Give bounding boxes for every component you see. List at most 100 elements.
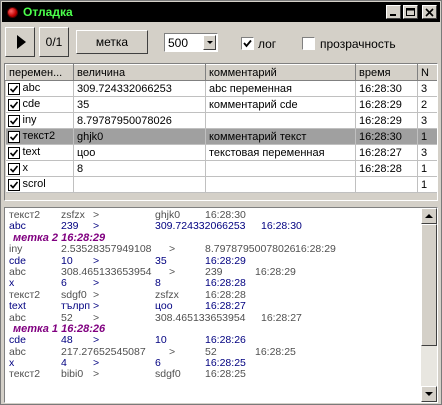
minimize-icon [390, 13, 396, 16]
cell-count[interactable]: 3 [417, 80, 437, 97]
log-var-name: cde [9, 334, 26, 347]
log-entry: текст2 bibi0 > sdgf0 16:28:25 [9, 368, 421, 381]
cell-value[interactable]: 8 [73, 160, 206, 177]
window-title: Отладка [23, 5, 73, 19]
debug-window: Отладка 0/1 метка 500 лог прозрачность п… [0, 0, 442, 405]
cell-comment[interactable]: abc переменная [205, 80, 356, 97]
checkmark-icon [9, 85, 18, 93]
variables-grid[interactable]: перемен... величина комментарий время N … [4, 63, 438, 201]
arrow-down-icon [425, 392, 433, 396]
column-header-value[interactable]: величина [73, 64, 206, 81]
variable-name: текст2 [22, 130, 56, 143]
cell-name[interactable]: scrol [5, 176, 74, 193]
mark-text: метка 1 16:28:26 [13, 322, 106, 335]
cell-name[interactable]: iny [5, 112, 74, 129]
variable-name: abc [22, 82, 41, 95]
row-checkbox[interactable] [7, 98, 20, 111]
log-arrow: > [169, 265, 176, 278]
log-new-value: 308.465133653954 [155, 311, 246, 324]
cell-count[interactable]: 3 [417, 144, 437, 161]
cell-name[interactable]: текст2 [5, 128, 74, 145]
column-header-count[interactable]: N [417, 64, 437, 81]
row-checkbox[interactable] [7, 146, 20, 159]
cell-comment[interactable]: текстовая переменная [205, 144, 356, 161]
column-header-name[interactable]: перемен... [5, 64, 74, 81]
transparency-label[interactable]: прозрачность [320, 37, 396, 51]
interval-value: 500 [168, 36, 189, 50]
cell-time[interactable] [355, 176, 418, 193]
cell-value[interactable]: 8.79787950078026 [73, 112, 206, 129]
title-bar[interactable]: Отладка [2, 2, 440, 22]
column-header-comment[interactable]: комментарий [205, 64, 356, 81]
cell-time[interactable]: 16:28:27 [355, 144, 418, 161]
cell-count[interactable]: 1 [417, 128, 437, 145]
cell-comment[interactable] [205, 176, 356, 193]
cell-comment[interactable] [205, 160, 356, 177]
table-row[interactable]: iny 8.79787950078026 16:28:29 3 [5, 112, 437, 129]
table-row[interactable]: scrol 1 [5, 176, 437, 193]
cell-comment[interactable]: комментарий cde [205, 96, 356, 113]
cell-time[interactable]: 16:28:30 [355, 80, 418, 97]
cell-count[interactable]: 1 [417, 160, 437, 177]
close-icon [425, 7, 434, 17]
log-new-value: sdgf0 [155, 368, 181, 381]
row-checkbox[interactable] [7, 82, 20, 95]
log-arrow: > [169, 243, 176, 256]
maximize-icon [406, 7, 415, 16]
cell-count[interactable]: 2 [417, 96, 437, 113]
table-row[interactable]: abc 309.724332066253 abc переменная 16:28:3… [5, 80, 437, 97]
cell-name[interactable]: text [5, 144, 74, 161]
checkmark-icon [9, 101, 18, 109]
cell-time[interactable]: 16:28:29 [355, 112, 418, 129]
cell-name[interactable]: x [5, 160, 74, 177]
cell-count[interactable]: 3 [417, 112, 437, 129]
log-entry: cde 48 >10 16:28:26 [9, 334, 421, 347]
row-checkbox[interactable] [7, 130, 20, 143]
play-button[interactable] [5, 27, 35, 57]
cell-time[interactable]: 16:28:28 [355, 160, 418, 177]
table-row[interactable]: текст2 ghjk0 комментарий текст 16:28:30 1 [5, 128, 437, 145]
row-checkbox[interactable] [7, 178, 20, 191]
cell-time[interactable]: 16:28:29 [355, 96, 418, 113]
table-row[interactable]: x 8 16:28:28 1 [5, 160, 437, 177]
cell-value[interactable]: ghjk0 [73, 128, 206, 145]
log-arrow: > [93, 334, 100, 347]
arrow-up-icon [425, 214, 433, 218]
log-time: 16:28:26 [205, 334, 246, 347]
log-checkbox[interactable] [241, 37, 254, 50]
scroll-down-button[interactable] [421, 386, 437, 402]
toggle-0-1-button[interactable]: 0/1 [39, 27, 69, 57]
scroll-up-button[interactable] [421, 208, 437, 224]
log-panel[interactable]: текст2 zsfzx > ghjk0 16:28:30 abc 239 >309.7243… [4, 207, 438, 403]
log-scrollbar[interactable] [421, 208, 437, 402]
table-row[interactable]: text цоо текстовая переменная 16:28:27 3 [5, 144, 437, 161]
cell-value[interactable]: цоо [73, 144, 206, 161]
cell-comment[interactable] [205, 112, 356, 129]
app-record-icon [7, 6, 18, 18]
log-entry: iny 2.53528357949108 >8.79787950078026 16:2… [9, 243, 421, 256]
cell-count[interactable]: 1 [417, 176, 437, 193]
cell-value[interactable] [73, 176, 206, 193]
log-time: 16:28:30 [261, 220, 302, 233]
cell-value[interactable]: 309.724332066253 [73, 80, 206, 97]
mark-button[interactable]: метка [76, 30, 148, 54]
scroll-thumb[interactable] [421, 224, 437, 346]
cell-name[interactable]: cde [5, 96, 74, 113]
close-button[interactable] [422, 5, 437, 19]
cell-comment[interactable]: комментарий текст [205, 128, 356, 145]
maximize-button[interactable] [403, 5, 418, 19]
transparency-checkbox[interactable] [302, 37, 315, 50]
log-arrow: > [93, 300, 100, 313]
row-checkbox[interactable] [7, 162, 20, 175]
interval-combobox[interactable]: 500 [164, 33, 218, 52]
table-row[interactable]: cde 35 комментарий cde 16:28:29 2 [5, 96, 437, 113]
combo-dropdown-button[interactable] [203, 35, 216, 50]
cell-value[interactable]: 35 [73, 96, 206, 113]
cell-time[interactable]: 16:28:30 [355, 128, 418, 145]
column-header-time[interactable]: время [355, 64, 418, 81]
cell-name[interactable]: abc [5, 80, 74, 97]
play-icon [17, 35, 26, 49]
row-checkbox[interactable] [7, 114, 20, 127]
minimize-button[interactable] [386, 5, 401, 19]
log-label[interactable]: лог [258, 37, 276, 51]
